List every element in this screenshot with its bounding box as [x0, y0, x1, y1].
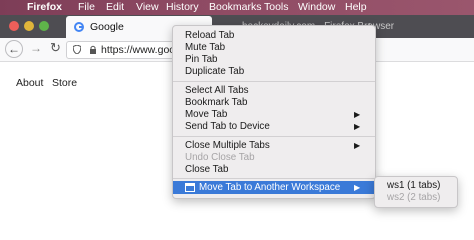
menu-item-duplicate-tab[interactable]: Duplicate Tab — [173, 66, 375, 77]
menu-item-label: Send Tab to Device — [185, 121, 270, 132]
menubar-bookmarks[interactable]: Bookmarks — [209, 0, 262, 15]
forward-button[interactable]: → — [30, 41, 42, 55]
menubar-app-name[interactable]: Firefox — [27, 0, 62, 15]
menu-item-mute-tab[interactable]: Mute Tab — [173, 42, 375, 53]
menu-item-undo-close-tab: Undo Close Tab — [173, 152, 375, 163]
url-text: https://www.goo — [101, 44, 176, 56]
menu-item-label: Reload Tab — [185, 30, 235, 41]
menu-item-reload-tab[interactable]: Reload Tab — [173, 30, 375, 41]
tab-context-menu: Reload Tab Mute Tab Pin Tab Duplicate Ta… — [172, 25, 376, 199]
menubar-file[interactable]: File — [78, 0, 95, 15]
menubar-window[interactable]: Window — [298, 0, 335, 15]
submenu-arrow-icon: ▶ — [354, 110, 361, 119]
close-window-button[interactable] — [9, 21, 19, 31]
menu-item-select-all-tabs[interactable]: Select All Tabs — [173, 85, 375, 96]
menu-item-label: Select All Tabs — [185, 85, 249, 96]
menu-separator — [173, 81, 375, 82]
submenu-arrow-icon: ▶ — [354, 122, 361, 131]
menu-item-label: Close Multiple Tabs — [185, 140, 270, 151]
menu-item-label: Close Tab — [185, 164, 229, 175]
menu-item-label: Undo Close Tab — [185, 152, 255, 163]
menubar-help[interactable]: Help — [345, 0, 367, 15]
minimize-window-button[interactable] — [24, 21, 34, 31]
menu-item-close-tab[interactable]: Close Tab — [173, 164, 375, 175]
menu-item-send-tab-to-device[interactable]: Send Tab to Device ▶ — [173, 121, 375, 132]
about-link[interactable]: About — [16, 77, 43, 89]
lock-icon — [90, 45, 96, 54]
tab-title: Google — [90, 21, 124, 33]
workspace-icon — [185, 183, 195, 192]
menu-item-close-multiple-tabs[interactable]: Close Multiple Tabs ▶ — [173, 140, 375, 151]
store-link[interactable]: Store — [52, 77, 77, 89]
menu-item-move-tab[interactable]: Move Tab ▶ — [173, 109, 375, 120]
menubar-history[interactable]: History — [166, 0, 199, 15]
submenu-arrow-icon: ▶ — [354, 141, 361, 150]
menu-item-label: Bookmark Tab — [185, 97, 248, 108]
menubar-view[interactable]: View — [136, 0, 159, 15]
shield-icon[interactable] — [73, 45, 81, 54]
menu-separator — [173, 136, 375, 137]
menu-item-label: Pin Tab — [185, 54, 218, 65]
reload-button[interactable]: ↻ — [50, 40, 61, 56]
submenu-item-ws2: ws2 (2 tabs) — [387, 192, 441, 203]
zoom-window-button[interactable] — [39, 21, 49, 31]
back-button[interactable]: ← — [5, 40, 23, 58]
menu-item-move-tab-to-another-workspace[interactable]: Move Tab to Another Workspace ▶ — [173, 181, 375, 194]
url-bar[interactable]: https://www.goo — [66, 41, 188, 59]
google-favicon-icon — [74, 22, 84, 32]
menu-item-label: Duplicate Tab — [185, 66, 245, 77]
menu-separator — [173, 178, 375, 179]
menu-item-bookmark-tab[interactable]: Bookmark Tab — [173, 97, 375, 108]
menubar-tools[interactable]: Tools — [264, 0, 289, 15]
menu-item-label: Mute Tab — [185, 42, 226, 53]
os-menubar: Firefox File Edit View History Bookmarks… — [0, 0, 474, 15]
menubar-edit[interactable]: Edit — [106, 0, 124, 15]
workspace-submenu: ws1 (1 tabs) ws2 (2 tabs) — [374, 176, 458, 208]
submenu-arrow-icon: ▶ — [354, 183, 361, 192]
menu-item-pin-tab[interactable]: Pin Tab — [173, 54, 375, 65]
menu-item-label: Move Tab — [185, 109, 228, 120]
menu-item-label: Move Tab to Another Workspace — [199, 182, 341, 193]
submenu-item-ws1[interactable]: ws1 (1 tabs) — [387, 180, 440, 192]
